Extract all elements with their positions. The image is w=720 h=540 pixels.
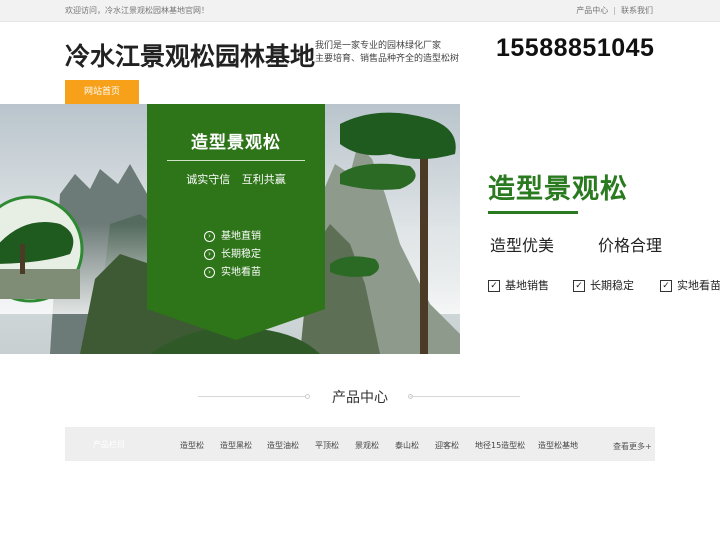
main-nav: 网站首页 (0, 80, 720, 104)
banner-promo-item: ✓ 基地销售 (488, 277, 549, 293)
checkbox-icon: ✓ (573, 280, 585, 292)
top-link-products[interactable]: 产品中心 (576, 6, 608, 15)
slogan-line-1: 我们是一家专业的园林绿化厂家 (315, 41, 442, 51)
products-section-title: 产品中心 (332, 390, 388, 406)
category-bar-heading: 产品栏目 (93, 440, 125, 449)
banner-promo-item: ✓ 实地看苗 (660, 277, 720, 293)
top-links: 产品中心 | 联系我们 (576, 5, 653, 16)
play-circle-icon: › (204, 266, 215, 278)
top-link-separator: | (613, 6, 616, 15)
banner-panel-divider (167, 160, 305, 161)
category-link[interactable]: 造型黑松 (220, 440, 252, 451)
slogan-line-2: 主要培育、销售品种齐全的造型松树 (315, 54, 460, 64)
view-more-link[interactable]: 查看更多+ (613, 441, 652, 452)
banner-promo-sub-2: 价格合理 (598, 236, 663, 255)
site-slogan: 我们是一家专业的园林绿化厂家 主要培育、销售品种齐全的造型松树 (315, 40, 485, 66)
play-circle-icon: › (204, 248, 215, 260)
section-divider-right (410, 396, 520, 397)
category-link[interactable]: 造型油松 (267, 440, 299, 451)
banner-promo-title: 造型景观松 (488, 174, 628, 205)
checkbox-icon: ✓ (488, 280, 500, 292)
category-link[interactable]: 平顶松 (315, 440, 339, 451)
banner-panel-title: 造型景观松 (191, 133, 281, 153)
checkbox-icon: ✓ (660, 280, 672, 292)
banner-promo-underline (488, 211, 578, 214)
banner-promo-card (460, 104, 720, 354)
category-link[interactable]: 迎客松 (435, 440, 459, 451)
banner-panel-item: › 长期稳定 (204, 245, 261, 260)
product-category-bar: 产品栏目 造型松 造型黑松 造型油松 平顶松 景观松 泰山松 迎客松 地径15造… (65, 427, 655, 461)
welcome-text: 欢迎访问，冷水江景观松园林基地官网！ (65, 6, 209, 15)
top-bar: 欢迎访问，冷水江景观松园林基地官网！ 产品中心 | 联系我们 (0, 0, 720, 22)
banner-panel-item: › 实地看苗 (204, 263, 261, 278)
banner-promo-item: ✓ 长期稳定 (573, 277, 634, 293)
category-link[interactable]: 景观松 (355, 440, 379, 451)
category-link[interactable]: 造型松基地 (538, 440, 578, 451)
phone-number: 15588851045 (496, 34, 655, 62)
hero-banner[interactable] (0, 104, 720, 354)
banner-panel-subtitle: 诚实守信 互利共赢 (186, 173, 286, 186)
nav-home-button[interactable]: 网站首页 (65, 80, 139, 104)
category-link[interactable]: 造型松 (180, 440, 204, 451)
category-link[interactable]: 地径15造型松 (475, 440, 525, 451)
banner-panel-item: › 基地直销 (204, 227, 261, 242)
category-link[interactable]: 泰山松 (395, 440, 419, 451)
banner-promo-sub-1: 造型优美 (490, 236, 555, 255)
play-circle-icon: › (204, 230, 215, 242)
site-brand[interactable]: 冷水江景观松园林基地 (65, 37, 315, 73)
top-link-contact[interactable]: 联系我们 (621, 6, 653, 15)
